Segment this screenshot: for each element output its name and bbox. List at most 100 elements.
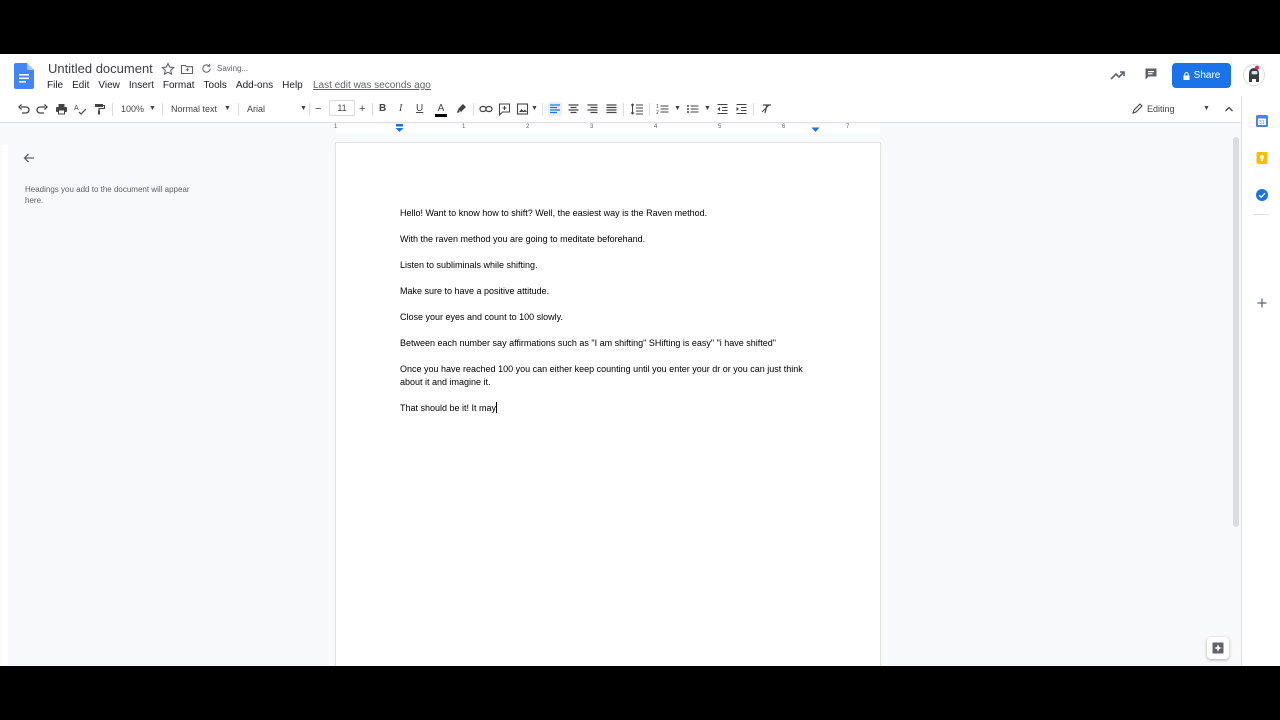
svg-text:2: 2 <box>656 110 659 116</box>
doc-title[interactable]: Untitled document <box>48 61 153 76</box>
last-edit-link[interactable]: Last edit was seconds ago <box>313 80 431 91</box>
indent-marker-icon[interactable] <box>395 124 404 134</box>
share-label: Share <box>1193 70 1221 81</box>
paragraph[interactable]: With the raven method you are going to m… <box>400 233 820 246</box>
header: Untitled document Saving... File Edit Vi… <box>0 54 1280 96</box>
redo-icon[interactable] <box>36 102 49 116</box>
menu-insert[interactable]: Insert <box>129 80 154 91</box>
chevron-down-icon[interactable]: ▼ <box>674 102 681 116</box>
highlight-icon[interactable] <box>455 102 468 116</box>
justify-icon[interactable] <box>605 102 618 116</box>
scrollbar-thumb[interactable] <box>1233 137 1239 527</box>
paint-format-icon[interactable] <box>93 102 106 116</box>
editing-mode-select[interactable]: Editing ▼ <box>1147 102 1211 116</box>
back-arrow-icon[interactable] <box>22 151 36 165</box>
svg-text:31: 31 <box>1259 120 1265 126</box>
explore-icon <box>1212 642 1224 654</box>
font-select[interactable]: Arial ▼ <box>247 102 307 116</box>
paragraph-text: That should be it! It may <box>400 403 497 413</box>
line-spacing-icon[interactable] <box>630 102 644 116</box>
font-size-input[interactable]: 11 <box>329 100 355 116</box>
style-select[interactable]: Normal text ▼ <box>171 102 233 116</box>
divider <box>1253 214 1269 215</box>
style-value: Normal text <box>171 104 218 114</box>
decrease-indent-icon[interactable] <box>716 102 729 116</box>
calendar-icon[interactable]: 31 <box>1255 114 1269 128</box>
saving-status: Saving... <box>217 64 249 73</box>
text-color-icon[interactable]: A <box>435 102 447 117</box>
pencil-icon <box>1132 103 1143 114</box>
docs-logo-icon[interactable] <box>14 63 34 89</box>
menu-edit[interactable]: Edit <box>72 80 89 91</box>
zoom-select[interactable]: 100% ▼ <box>121 102 157 116</box>
side-panel: 31 <box>1241 96 1280 666</box>
link-icon[interactable] <box>479 102 493 116</box>
paragraph[interactable]: Once you have reached 100 you can either… <box>400 363 820 389</box>
trending-icon[interactable] <box>1110 68 1126 82</box>
paragraph[interactable]: Make sure to have a positive attitude. <box>400 285 820 298</box>
menu-tools[interactable]: Tools <box>204 80 227 91</box>
chevron-down-icon[interactable]: ▼ <box>531 102 538 116</box>
document-page[interactable]: Hello! Want to know how to shift? Well, … <box>336 143 880 666</box>
paragraph[interactable]: Hello! Want to know how to shift? Well, … <box>400 207 820 220</box>
undo-icon[interactable] <box>17 102 30 116</box>
align-center-icon[interactable] <box>567 102 580 116</box>
ruler-number: 1 <box>462 124 466 130</box>
explore-button[interactable] <box>1207 637 1229 659</box>
font-value: Arial <box>247 104 266 114</box>
paragraph-last[interactable]: That should be it! It may <box>400 402 820 415</box>
editing-mode-label: Editing <box>1147 104 1175 114</box>
separator <box>623 103 624 116</box>
menu-format[interactable]: Format <box>163 80 195 91</box>
add-comment-icon[interactable] <box>498 102 511 116</box>
menu-addons[interactable]: Add-ons <box>236 80 273 91</box>
folder-icon[interactable] <box>180 62 194 76</box>
spellcheck-icon[interactable]: A <box>74 102 87 116</box>
collapse-icon[interactable] <box>1223 102 1235 116</box>
share-button[interactable]: Share <box>1172 63 1231 88</box>
right-indent-marker-icon[interactable] <box>811 127 820 133</box>
toolbar: A 100% ▼ Normal text ▼ Arial ▼ − 11 + B I U… <box>0 96 1241 123</box>
align-right-icon[interactable] <box>586 102 599 116</box>
text-color-bar <box>435 114 447 117</box>
separator <box>649 103 650 116</box>
chevron-down-icon: ▼ <box>149 105 156 112</box>
tasks-icon[interactable] <box>1255 188 1269 202</box>
font-size-increase-button[interactable]: + <box>359 102 365 116</box>
menu-view[interactable]: View <box>98 80 120 91</box>
paragraph[interactable]: Between each number say affirmations suc… <box>400 337 820 350</box>
star-icon[interactable] <box>161 62 175 76</box>
ruler-number: 1 <box>334 124 338 130</box>
document-body[interactable]: Hello! Want to know how to shift? Well, … <box>400 207 820 428</box>
print-icon[interactable] <box>55 102 68 116</box>
clear-formatting-icon[interactable] <box>760 102 773 116</box>
paragraph[interactable]: Close your eyes and count to 100 slowly. <box>400 311 820 324</box>
align-left-icon[interactable] <box>548 102 562 116</box>
underline-icon[interactable]: U <box>416 102 423 116</box>
bold-icon[interactable]: B <box>379 102 386 116</box>
numbered-list-icon[interactable]: 12 <box>656 102 669 116</box>
font-size-decrease-button[interactable]: − <box>315 102 321 116</box>
comment-icon[interactable] <box>1144 67 1158 81</box>
keep-icon[interactable] <box>1255 151 1269 165</box>
text-cursor <box>496 402 498 413</box>
horizontal-ruler[interactable]: 1 1 2 3 4 5 6 7 <box>0 123 1241 135</box>
image-icon[interactable] <box>516 102 529 116</box>
bulleted-list-icon[interactable] <box>686 102 699 116</box>
ruler-number: 5 <box>718 124 722 130</box>
zoom-value: 100% <box>121 104 145 114</box>
outline-hint: Headings you add to the document will ap… <box>25 185 190 205</box>
chevron-down-icon: ▼ <box>1203 105 1210 112</box>
increase-indent-icon[interactable] <box>735 102 748 116</box>
sync-icon <box>202 63 211 73</box>
avatar-icon[interactable] <box>1243 64 1265 86</box>
separator <box>309 103 310 116</box>
ruler-body <box>336 125 880 133</box>
paragraph[interactable]: Listen to subliminals while shifting. <box>400 259 820 272</box>
plus-icon[interactable] <box>1255 296 1269 310</box>
menu-help[interactable]: Help <box>282 80 303 91</box>
chevron-down-icon[interactable]: ▼ <box>704 102 711 116</box>
italic-icon[interactable]: I <box>399 102 402 116</box>
docs-app: Untitled document Saving... File Edit Vi… <box>0 54 1280 666</box>
menu-file[interactable]: File <box>47 80 63 91</box>
